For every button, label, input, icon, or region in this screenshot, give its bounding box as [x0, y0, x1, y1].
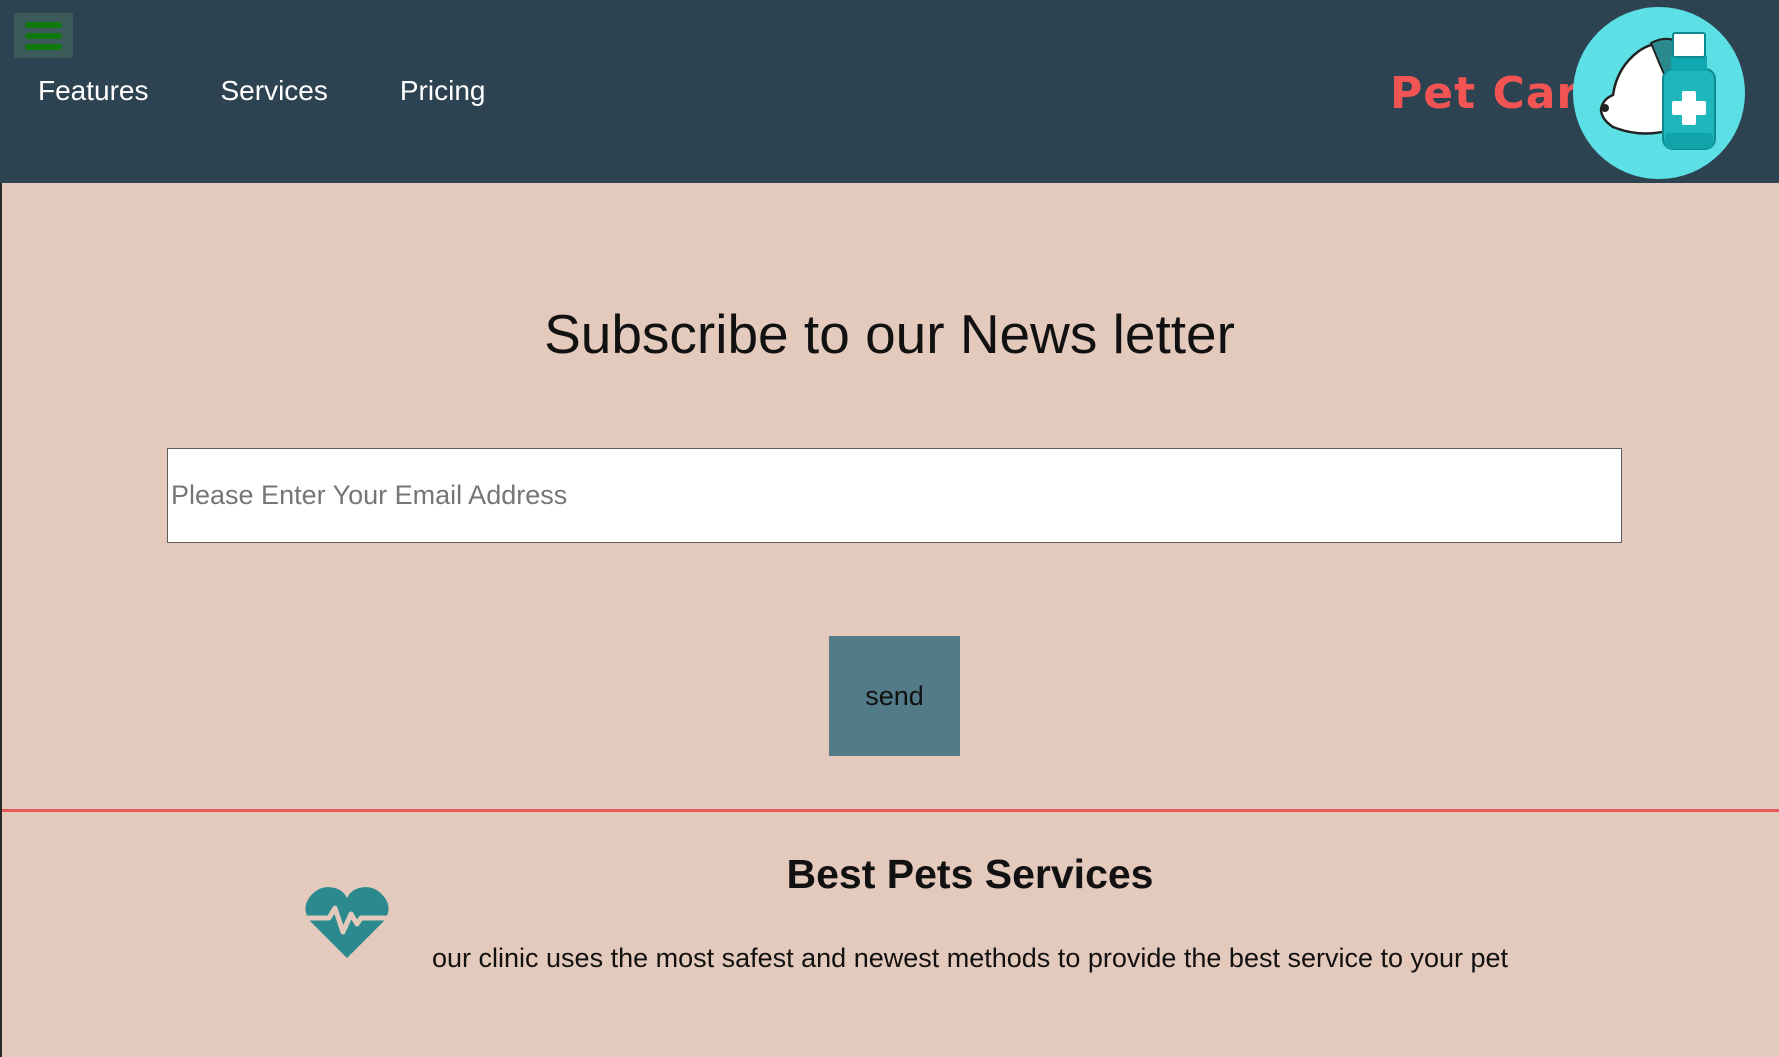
menu-bar-bottom — [25, 44, 62, 50]
nav-link-pricing[interactable]: Pricing — [400, 74, 486, 108]
hamburger-menu-button[interactable] — [14, 13, 73, 58]
top-navbar: Features Services Pricing Pet Care — [0, 0, 1779, 183]
nav-links: Features Services Pricing — [38, 74, 485, 108]
send-button[interactable]: send — [829, 636, 960, 756]
email-input[interactable] — [167, 448, 1622, 543]
menu-bar-middle — [25, 33, 62, 39]
nav-link-features[interactable]: Features — [38, 74, 149, 108]
services-description: our clinic uses the most safest and newe… — [432, 943, 1509, 973]
newsletter-title: Subscribe to our News letter — [544, 303, 1235, 365]
menu-bar-top — [25, 22, 62, 28]
section-divider — [2, 809, 1779, 812]
nav-link-services[interactable]: Services — [221, 74, 328, 108]
services-title: Best Pets Services — [786, 851, 1154, 897]
pet-care-logo-icon[interactable] — [1573, 7, 1745, 179]
